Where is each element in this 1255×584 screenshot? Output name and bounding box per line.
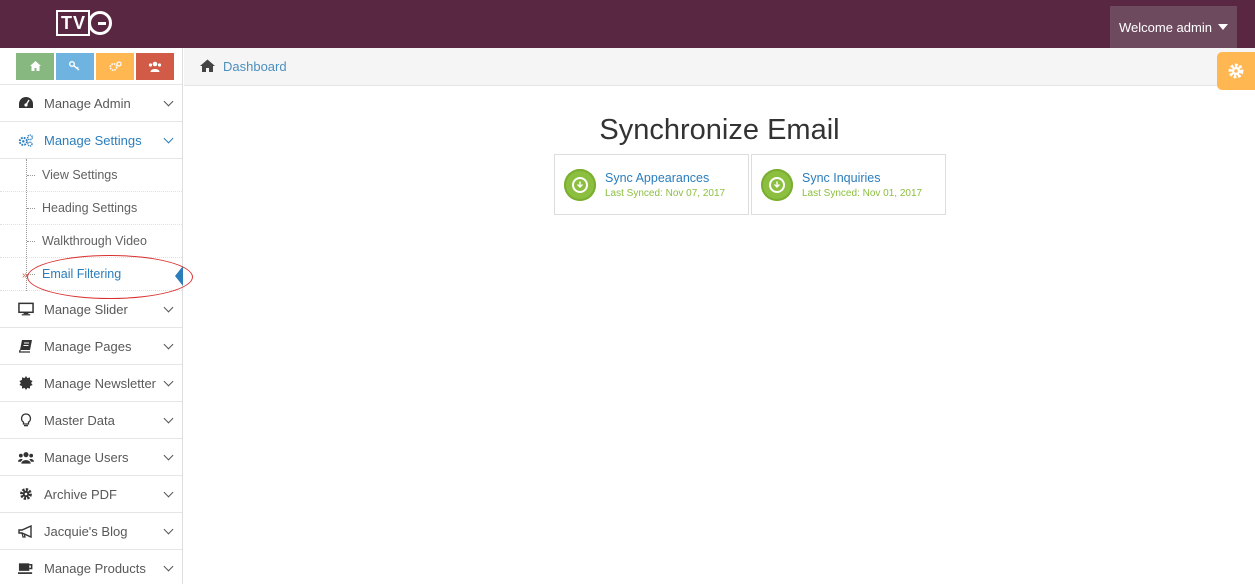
download-circle-icon (761, 168, 793, 201)
chevron-down-icon (163, 487, 174, 498)
sidebar-item-label: Jacquie's Blog (44, 523, 128, 539)
chevron-down-icon (163, 413, 174, 424)
sidebar-item-manage-newsletter[interactable]: Manage Newsletter (0, 365, 182, 402)
gear-icon (1228, 63, 1244, 79)
sidebar-item-manage-users[interactable]: Manage Users (0, 439, 182, 476)
user-menu-button[interactable]: Welcome admin (1110, 6, 1237, 48)
active-marker-icon: » (22, 270, 28, 281)
submenu-item-walkthrough-video[interactable]: Walkthrough Video (0, 225, 182, 258)
chevron-down-icon (163, 133, 174, 144)
sync-appearances-card[interactable]: Sync Appearances Last Synced: Nov 07, 20… (554, 154, 749, 215)
sidebar-item-manage-slider[interactable]: Manage Slider (0, 291, 182, 328)
last-synced-text: Last Synced: Nov 01, 2017 (802, 187, 923, 199)
sidebar-item-manage-pages[interactable]: Manage Pages (0, 328, 182, 365)
sidebar-item-archive-pdf[interactable]: Archive PDF (0, 476, 182, 513)
sidebar-item-label: Manage Admin (44, 95, 131, 111)
submenu-item-heading-settings[interactable]: Heading Settings (0, 192, 182, 225)
breadcrumb-dashboard-link[interactable]: Dashboard (223, 59, 287, 74)
page-title: Synchronize Email (599, 114, 840, 146)
download-circle-icon (564, 168, 596, 201)
settings-submenu: View Settings Heading Settings Walkthrou… (0, 159, 183, 291)
shortcut-key-button[interactable] (56, 52, 94, 80)
coffee-icon (18, 560, 34, 576)
book-icon (18, 338, 34, 354)
chevron-down-icon (163, 450, 174, 461)
logo-g-mark (88, 11, 113, 35)
chevron-down-icon (163, 302, 174, 313)
submenu-item-label: Email Filtering (42, 267, 122, 281)
sync-inquiries-link[interactable]: Sync Inquiries (802, 171, 922, 185)
dashboard-icon (18, 95, 34, 111)
settings-toggle-button[interactable] (1217, 52, 1255, 90)
welcome-label: Welcome admin (1119, 19, 1212, 35)
sync-appearances-link[interactable]: Sync Appearances (605, 171, 725, 185)
sidebar: Manage Admin Manage Settings View Settin… (0, 48, 183, 584)
sync-cards: Sync Appearances Last Synced: Nov 07, 20… (554, 154, 946, 215)
caret-down-icon (1217, 24, 1228, 30)
sidebar-item-jacquies-blog[interactable]: Jacquie's Blog (0, 513, 182, 550)
submenu-item-label: Heading Settings (42, 201, 138, 215)
sidebar-item-label: Manage Newsletter (44, 375, 156, 391)
sidebar-item-label: Manage Products (44, 560, 146, 576)
key-icon (69, 61, 80, 71)
chevron-down-icon (163, 376, 174, 387)
chevron-down-icon (163, 561, 174, 572)
sidebar-item-manage-products[interactable]: Manage Products (0, 550, 182, 584)
users-icon (148, 61, 162, 72)
megaphone-icon (18, 523, 34, 539)
logo-text: TV (56, 10, 91, 36)
sidebar-item-master-data[interactable]: Master Data (0, 402, 182, 439)
shortcut-home-button[interactable] (16, 52, 54, 80)
monitor-icon (18, 301, 34, 317)
chevron-down-icon (163, 339, 174, 350)
logo[interactable]: TV (56, 8, 113, 38)
sidebar-item-label: Manage Pages (44, 338, 132, 354)
lightbulb-icon (18, 412, 34, 428)
cogs-icon (18, 132, 34, 148)
sidebar-item-label: Manage Slider (44, 301, 128, 317)
cogs-icon (108, 60, 122, 71)
home-icon (29, 61, 41, 71)
home-icon (200, 59, 215, 75)
top-navbar: TV Welcome admin (0, 0, 1255, 48)
shortcut-cogs-button[interactable] (96, 52, 134, 80)
sidebar-item-manage-admin[interactable]: Manage Admin (0, 85, 182, 122)
shortcut-users-button[interactable] (136, 52, 174, 80)
submenu-item-label: View Settings (42, 168, 118, 182)
sidebar-item-label: Manage Users (44, 449, 129, 465)
sidebar-item-label: Archive PDF (44, 486, 117, 502)
users-icon (18, 449, 34, 465)
submenu-item-view-settings[interactable]: View Settings (0, 159, 182, 192)
last-synced-text: Last Synced: Nov 07, 2017 (605, 187, 726, 199)
cog-icon (18, 486, 34, 502)
chevron-down-icon (163, 524, 174, 535)
sidebar-item-label: Manage Settings (44, 132, 142, 148)
chevron-down-icon (163, 96, 174, 107)
certificate-icon (18, 375, 34, 391)
sidebar-item-manage-settings[interactable]: Manage Settings (0, 122, 182, 159)
sidebar-item-label: Master Data (44, 412, 115, 428)
submenu-item-label: Walkthrough Video (42, 234, 147, 248)
submenu-item-email-filtering[interactable]: » Email Filtering (0, 258, 183, 291)
breadcrumb: Dashboard (184, 48, 1255, 86)
sidebar-shortcuts (0, 48, 182, 85)
sync-inquiries-card[interactable]: Sync Inquiries Last Synced: Nov 01, 2017 (751, 154, 946, 215)
